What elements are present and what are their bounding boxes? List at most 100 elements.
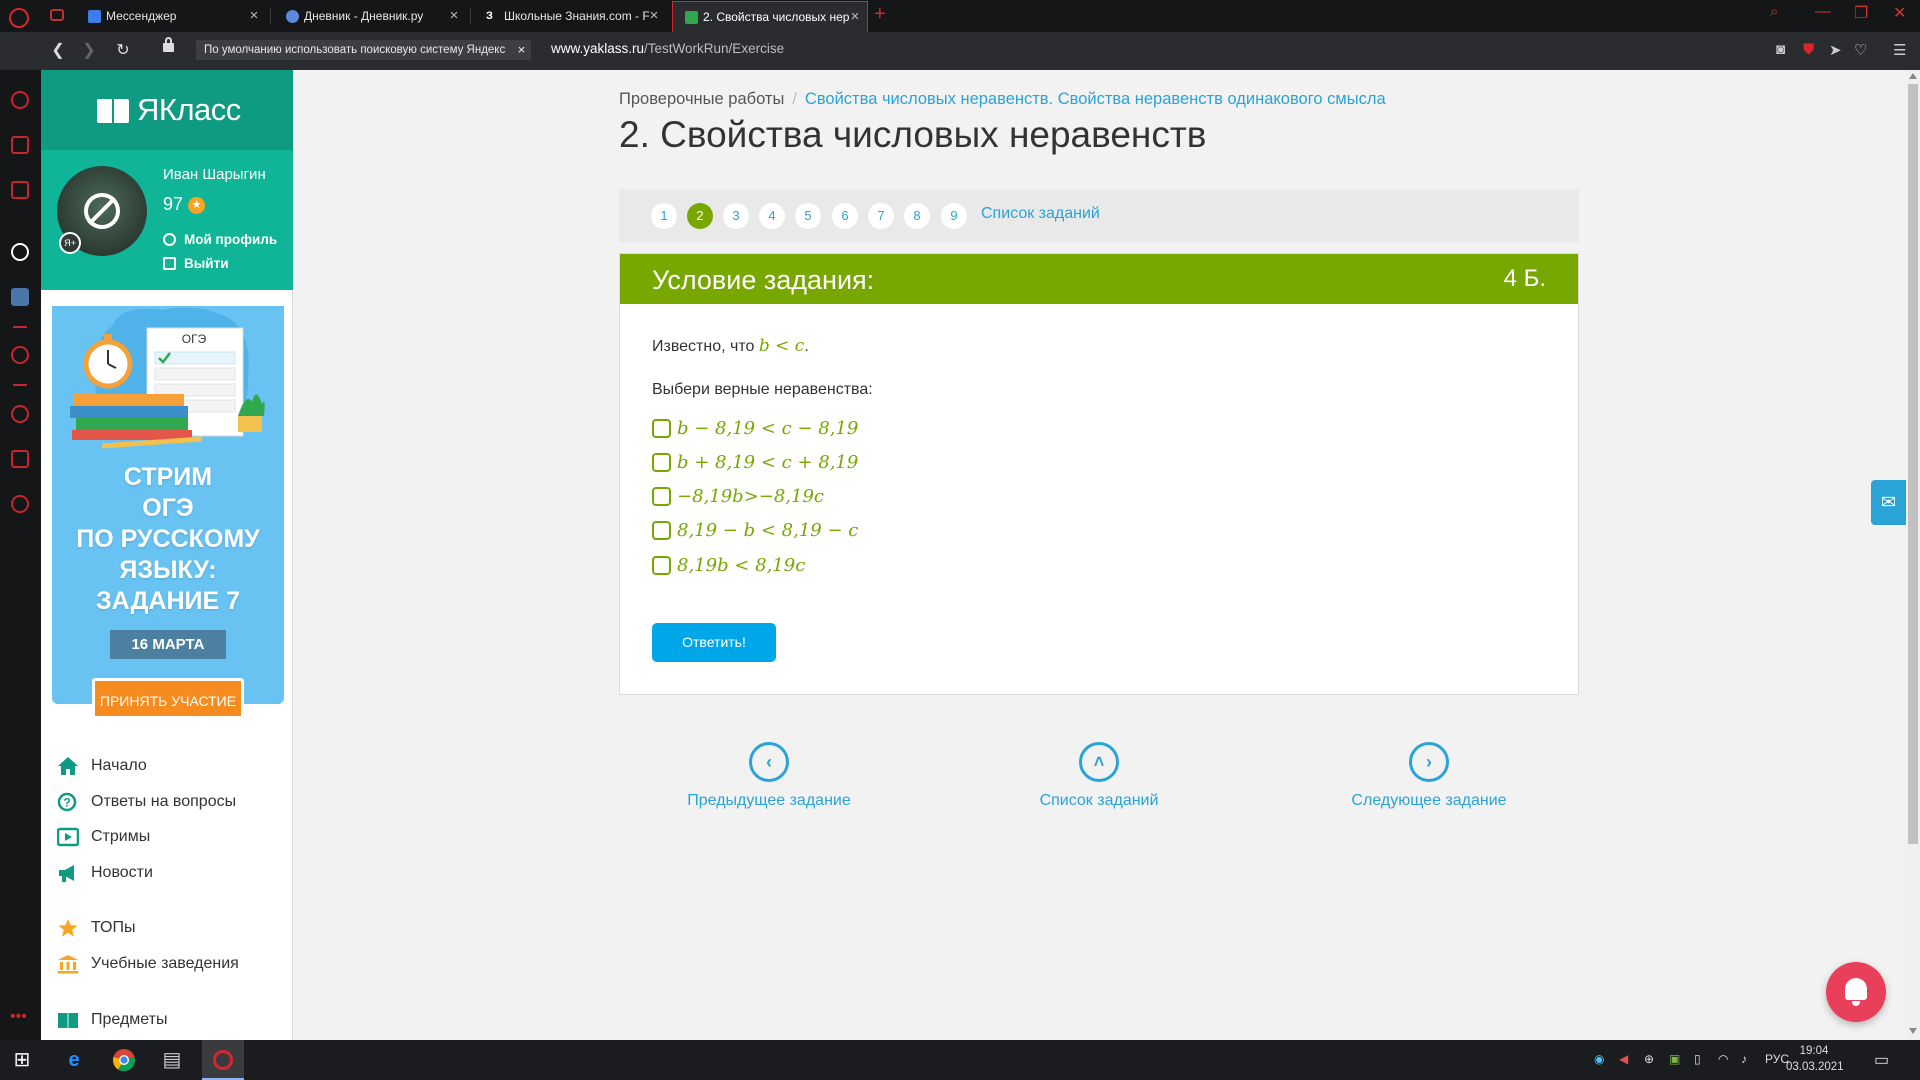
search-tabs-icon[interactable]: ⌕ [1770, 3, 1778, 20]
whatsapp-icon[interactable] [11, 243, 29, 261]
file-explorer-icon[interactable]: ▤ [154, 1046, 190, 1074]
opera-taskbar-button[interactable] [202, 1040, 244, 1080]
task-list-link[interactable]: Список заданий [981, 205, 1100, 223]
page-button-5[interactable]: 5 [795, 203, 821, 229]
chrome-icon[interactable] [106, 1046, 142, 1074]
usb-tray-icon[interactable]: ▯ [1694, 1052, 1701, 1066]
option-checkbox[interactable] [652, 419, 671, 438]
camera-icon[interactable]: ◙ [1776, 41, 1785, 58]
sidebar-item-institutions[interactable]: Учебные заведения [57, 952, 239, 976]
settings-gear-icon[interactable] [11, 495, 29, 513]
new-tab-button[interactable]: + [874, 3, 886, 26]
chevron-up-icon: ˄ [1079, 742, 1119, 782]
url-field[interactable]: www.yaklass.ru/TestWorkRun/Exercise [551, 41, 784, 56]
close-icon[interactable]: × [646, 1, 662, 31]
nvidia-tray-icon[interactable]: ▣ [1669, 1052, 1680, 1066]
search-engine-hint[interactable]: По умолчанию использовать поисковую сист… [196, 40, 532, 60]
url-path: /TestWorkRun/Exercise [644, 41, 785, 56]
sidebar-item-tops[interactable]: ТОПы [57, 916, 136, 940]
reload-button[interactable]: ↻ [110, 38, 136, 64]
player-icon[interactable] [11, 346, 29, 364]
adblock-shield-icon[interactable]: ⛊ [1803, 41, 1814, 58]
speed-dial-icon[interactable] [11, 91, 29, 109]
sidebar-divider [13, 384, 27, 386]
option-label: −8,19b>−8,19c [677, 486, 825, 507]
clock[interactable]: 19:04 03.03.2021 [1786, 1043, 1844, 1075]
option-checkbox[interactable] [652, 556, 671, 575]
sidebar-item-answers[interactable]: ? Ответы на вопросы [57, 790, 236, 814]
page-button-9[interactable]: 9 [941, 203, 967, 229]
gamepad-icon[interactable] [50, 9, 64, 21]
page-button-4[interactable]: 4 [759, 203, 785, 229]
security-tray-icon[interactable]: ◉ [1594, 1052, 1604, 1066]
forward-button[interactable]: ❯ [76, 38, 102, 64]
tab-dnevnik[interactable]: Дневник - Дневник.ру × [274, 1, 466, 32]
wifi-tray-icon[interactable]: ◠ [1718, 1052, 1728, 1066]
sidebar-item-news[interactable]: Новости [57, 861, 153, 885]
task-header: Условие задания: 4 Б. [620, 254, 1578, 304]
notification-bell-button[interactable] [1826, 962, 1886, 1022]
close-icon[interactable]: × [518, 40, 526, 60]
promo-banner[interactable]: ОГЭ СТРИМ ОГЭ ПО РУССКОМУ ЯЗЫКУ: ЗАДАНИЕ… [52, 306, 284, 719]
mute-tray-icon[interactable]: ◀ [1619, 1052, 1628, 1066]
join-button[interactable]: ПРИНЯТЬ УЧАСТИЕ [92, 678, 244, 719]
opera-logo-icon[interactable] [9, 8, 29, 28]
back-button[interactable]: ❮ [45, 38, 71, 64]
scroll-up-arrow[interactable] [1909, 73, 1917, 79]
task-list-bottom-link[interactable]: ˄ Список заданий [979, 742, 1219, 810]
history-icon[interactable] [11, 405, 29, 423]
znania-icon: З [486, 10, 493, 22]
tab-messenger[interactable]: Мессенджер × [76, 1, 266, 32]
option-checkbox[interactable] [652, 453, 671, 472]
scroll-thumb[interactable] [1908, 84, 1918, 844]
next-task-link[interactable]: › Следующее задание [1309, 742, 1549, 810]
plus-badge: Я+ [59, 232, 81, 254]
windows-start-icon[interactable]: ⊞ [4, 1046, 40, 1074]
breadcrumb-current[interactable]: Свойства числовых неравенств. Свойства н… [805, 90, 1386, 108]
prev-task-link[interactable]: ‹ Предыдущее задание [649, 742, 889, 810]
page-button-3[interactable]: 3 [723, 203, 749, 229]
menu-icon[interactable]: ☰ [1893, 41, 1906, 59]
bag-icon[interactable] [11, 136, 29, 154]
tab-znania[interactable]: З Школьные Знания.com - F × [474, 1, 666, 32]
page-button-1[interactable]: 1 [651, 203, 677, 229]
network-device-tray-icon[interactable]: ⊕ [1644, 1052, 1654, 1066]
minimize-button[interactable]: — [1815, 3, 1831, 21]
feedback-mail-icon[interactable]: ✉ [1871, 480, 1906, 525]
logo-block[interactable]: ЯКласс [41, 70, 293, 150]
page-button-2[interactable]: 2 [687, 203, 713, 229]
edge-icon[interactable]: e [56, 1046, 92, 1074]
close-window-button[interactable]: ✕ [1893, 3, 1906, 23]
more-icon[interactable]: ••• [10, 1008, 27, 1026]
sidebar-item-subjects[interactable]: Предметы [57, 1008, 167, 1032]
notifications-icon[interactable]: ▭ [1874, 1050, 1889, 1070]
scroll-down-arrow[interactable] [1909, 1028, 1917, 1034]
twitch-icon[interactable] [11, 181, 29, 199]
close-icon[interactable]: × [847, 2, 863, 32]
breadcrumb-root[interactable]: Проверочные работы [619, 90, 784, 108]
close-icon[interactable]: × [446, 1, 462, 31]
answer-button[interactable]: Ответить! [652, 623, 776, 662]
option-checkbox[interactable] [652, 521, 671, 540]
tab-yaklass[interactable]: 2. Свойства числовых нер × [672, 1, 868, 32]
avatar[interactable]: Я+ [57, 166, 147, 256]
option-checkbox[interactable] [652, 487, 671, 506]
logout-link[interactable]: Выйти [163, 256, 229, 271]
heart-icon[interactable]: ♡ [1854, 41, 1867, 59]
page-scrollbar[interactable] [1906, 70, 1920, 1040]
send-icon[interactable]: ➤ [1829, 41, 1842, 59]
page-button-7[interactable]: 7 [868, 203, 894, 229]
close-icon[interactable]: × [246, 1, 262, 31]
volume-tray-icon[interactable]: ♪ [1741, 1052, 1747, 1066]
sidebar-item-streams[interactable]: Стримы [57, 825, 150, 849]
box-icon[interactable] [11, 450, 29, 468]
chevron-right-icon: › [1409, 742, 1449, 782]
vk-icon[interactable] [11, 288, 29, 306]
sidebar-item-home[interactable]: Начало [57, 754, 147, 778]
breadcrumb-separator: / [792, 90, 797, 108]
page-button-8[interactable]: 8 [904, 203, 930, 229]
page-button-6[interactable]: 6 [832, 203, 858, 229]
restore-button[interactable]: ❐ [1854, 3, 1868, 23]
sidebar-item-label: ТОПы [91, 919, 136, 936]
my-profile-link[interactable]: Мой профиль [163, 232, 277, 247]
